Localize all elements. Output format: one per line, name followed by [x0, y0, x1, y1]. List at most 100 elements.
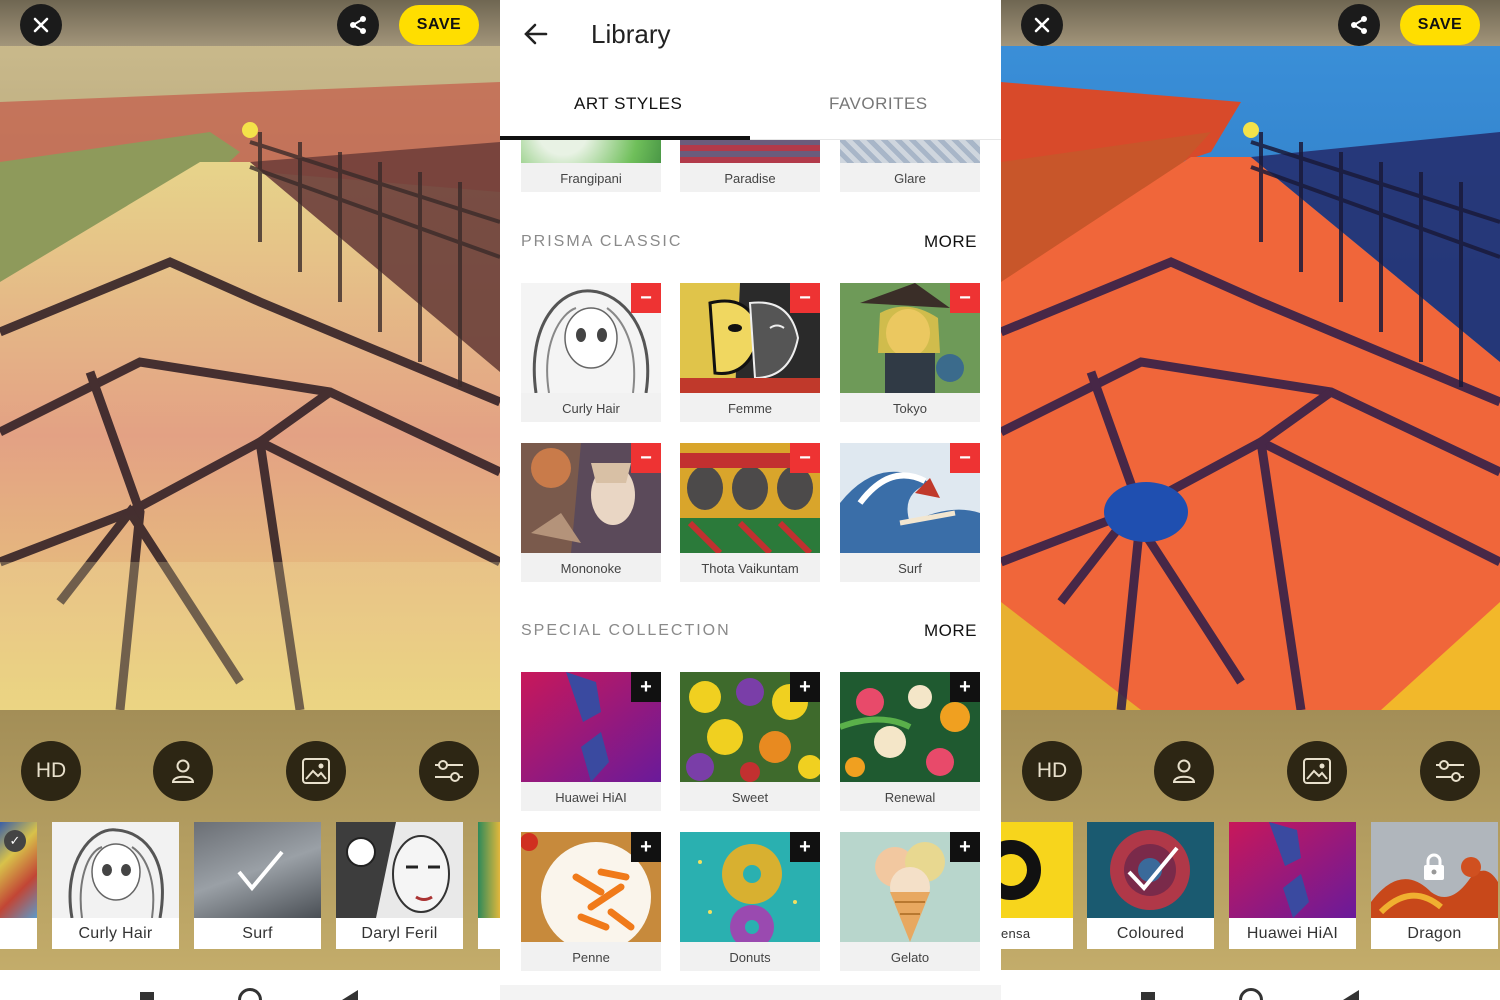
lock-icon: [1419, 852, 1449, 882]
home-icon[interactable]: [1239, 988, 1263, 1000]
adjustments-button[interactable]: [1420, 741, 1480, 801]
plus-icon: +: [799, 675, 811, 698]
style-card-label: Thota Vaikuntam: [701, 561, 799, 576]
style-thumb-art: [194, 822, 321, 918]
remove-style-button[interactable]: −: [631, 283, 661, 313]
remove-style-button[interactable]: −: [790, 443, 820, 473]
background-mode-button[interactable]: [1287, 741, 1347, 801]
hd-button[interactable]: HD: [21, 741, 81, 801]
close-icon: [33, 17, 49, 33]
remove-style-button[interactable]: −: [790, 283, 820, 313]
back-icon[interactable]: [1343, 990, 1359, 1000]
add-style-button[interactable]: +: [631, 672, 661, 702]
hd-button[interactable]: HD: [1022, 741, 1082, 801]
add-style-button[interactable]: +: [790, 672, 820, 702]
add-style-button[interactable]: +: [950, 672, 980, 702]
style-card-art: [521, 140, 661, 163]
person-icon: [171, 759, 195, 783]
add-style-button[interactable]: +: [790, 832, 820, 862]
share-button[interactable]: [337, 4, 379, 46]
sliders-icon: [1436, 760, 1464, 782]
close-button[interactable]: [1021, 4, 1063, 46]
style-card-thota-vaikuntam[interactable]: − Thota Vaikuntam: [680, 443, 820, 582]
plus-icon: +: [959, 835, 971, 858]
system-nav-bar: [0, 970, 500, 1000]
minus-icon: −: [640, 286, 652, 309]
portrait-mode-button[interactable]: [153, 741, 213, 801]
style-thumb[interactable]: ensa: [1001, 822, 1073, 949]
add-style-button[interactable]: +: [950, 832, 980, 862]
style-thumb[interactable]: ✓: [0, 822, 37, 949]
style-thumb-label: Dragon: [1407, 924, 1462, 942]
section-more-button[interactable]: MORE: [924, 232, 977, 252]
style-thumb-art: [1001, 822, 1073, 918]
style-card-label: Frangipani: [560, 171, 622, 186]
image-icon: [302, 758, 330, 784]
style-card-tokyo[interactable]: − Tokyo: [840, 283, 980, 422]
minus-icon: −: [959, 446, 971, 469]
style-thumb-surf[interactable]: Surf: [194, 822, 321, 949]
style-thumb-curly-hair[interactable]: Curly Hair: [52, 822, 179, 949]
style-card-donuts[interactable]: + Donuts: [680, 832, 820, 971]
style-card-label: Curly Hair: [562, 401, 620, 416]
remove-style-button[interactable]: −: [950, 443, 980, 473]
style-card-label: Femme: [727, 401, 773, 416]
person-icon: [1172, 759, 1196, 783]
style-thumb-huawei-hiai[interactable]: Huawei HiAI: [1229, 822, 1356, 949]
style-thumb-label: [478, 918, 500, 949]
remove-style-button[interactable]: −: [950, 283, 980, 313]
style-card-renewal[interactable]: + Renewal: [840, 672, 980, 811]
tab-art-styles[interactable]: ART STYLES: [574, 94, 682, 114]
library-scroll-area[interactable]: Frangipani Paradise Glare PRISMA CLASSIC…: [500, 140, 1001, 985]
style-card-femme[interactable]: − Femme: [680, 283, 820, 422]
home-icon[interactable]: [238, 988, 262, 1000]
style-thumb-daryl-feril[interactable]: Daryl Feril: [336, 822, 463, 949]
style-card-label: Gelato: [890, 950, 930, 965]
style-card-frangipani[interactable]: Frangipani: [521, 140, 661, 192]
style-thumb-dragon[interactable]: Dragon: [1371, 822, 1498, 949]
style-card-surf[interactable]: − Surf: [840, 443, 980, 582]
style-card-curly-hair[interactable]: − Curly Hair: [521, 283, 661, 422]
style-thumb-label: [0, 918, 37, 949]
section-title-special-collection: SPECIAL COLLECTION: [521, 622, 731, 639]
save-button[interactable]: SAVE: [399, 5, 479, 45]
style-card-mononoke[interactable]: − Mononoke: [521, 443, 661, 582]
style-card-penne[interactable]: + Penne: [521, 832, 661, 971]
add-style-button[interactable]: +: [631, 832, 661, 862]
library-screen: Library ART STYLES FAVORITES Frangipani …: [500, 0, 1001, 1000]
style-card-paradise[interactable]: Paradise: [680, 140, 820, 192]
back-icon[interactable]: [342, 990, 358, 1000]
recents-icon[interactable]: [1141, 992, 1155, 1000]
portrait-mode-button[interactable]: [1154, 741, 1214, 801]
style-card-huawei-hiai[interactable]: + Huawei HiAI: [521, 672, 661, 811]
back-arrow-icon[interactable]: [520, 18, 552, 50]
style-card-glare[interactable]: Glare: [840, 140, 980, 192]
style-thumb-label: Surf: [242, 924, 273, 942]
style-thumb-art: [1229, 822, 1356, 918]
style-card-sweet[interactable]: + Sweet: [680, 672, 820, 811]
styled-photo-image: [0, 42, 500, 710]
remove-style-button[interactable]: −: [631, 443, 661, 473]
style-card-label: Renewal: [884, 790, 936, 805]
save-button[interactable]: SAVE: [1400, 5, 1480, 45]
page-title: Library: [591, 19, 671, 49]
style-card-label: Glare: [894, 171, 926, 186]
selected-check-icon: [237, 850, 284, 892]
style-card-label: Donuts: [729, 950, 771, 965]
style-thumb-coloured[interactable]: Coloured: [1087, 822, 1214, 949]
recents-icon[interactable]: [140, 992, 154, 1000]
style-card-gelato[interactable]: + Gelato: [840, 832, 980, 971]
left-editor-screen: SAVE HD ✓ Curly Hair Surf Daryl Feril: [0, 0, 500, 1000]
style-thumb[interactable]: [478, 822, 500, 949]
tab-favorites[interactable]: FAVORITES: [829, 94, 928, 114]
share-button[interactable]: [1338, 4, 1380, 46]
close-button[interactable]: [20, 4, 62, 46]
adjustments-button[interactable]: [419, 741, 479, 801]
section-more-button[interactable]: MORE: [924, 621, 977, 641]
style-card-label: Penne: [572, 950, 610, 965]
image-icon: [1303, 758, 1331, 784]
background-mode-button[interactable]: [286, 741, 346, 801]
style-card-art: [680, 140, 820, 163]
style-thumb-label: Daryl Feril: [361, 924, 438, 942]
plus-icon: +: [799, 835, 811, 858]
